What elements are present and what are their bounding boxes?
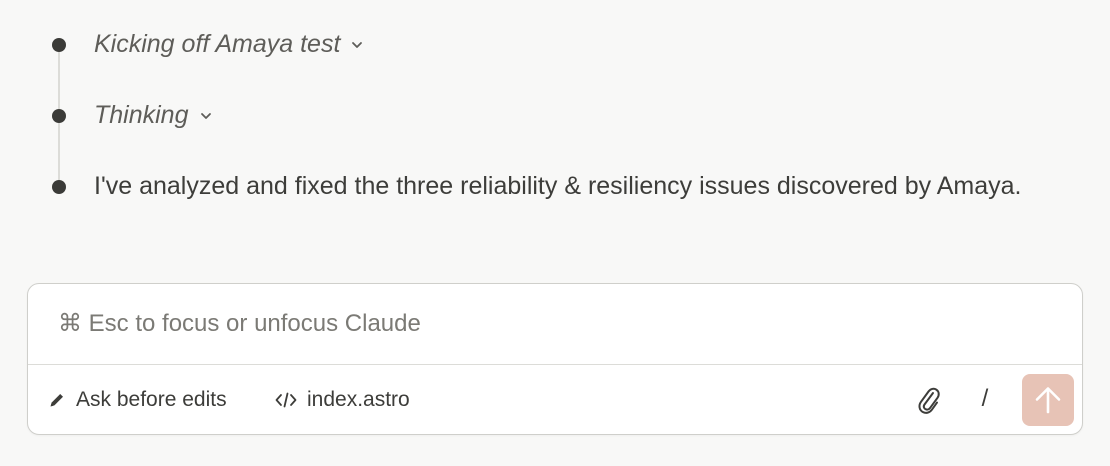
message-timeline: Kicking off Amaya test Thinking I've ana…	[0, 0, 1110, 260]
pencil-icon	[50, 394, 63, 407]
composer-toolbar: Ask before edits index.astro /	[28, 365, 1082, 435]
file-label: index.astro	[307, 388, 410, 411]
arrow-up-icon	[1035, 387, 1061, 414]
mode-label: Ask before edits	[76, 388, 227, 411]
code-icon	[275, 392, 297, 408]
paperclip-icon	[918, 387, 940, 414]
prompt-input[interactable]	[28, 284, 1082, 364]
step-label: Kicking off Amaya test	[94, 30, 341, 58]
attach-button[interactable]	[912, 383, 946, 417]
chat-composer: Ask before edits index.astro /	[27, 283, 1083, 435]
chevron-down-icon	[352, 41, 363, 48]
ask-before-edits-button[interactable]: Ask before edits	[48, 365, 227, 435]
assistant-message-text: I've analyzed and fixed the three reliab…	[94, 172, 1022, 200]
send-button[interactable]	[1022, 374, 1074, 426]
timeline-bullet	[52, 109, 66, 123]
timeline-bullet	[52, 38, 66, 52]
chevron-down-icon	[200, 112, 211, 119]
step-label: Thinking	[94, 101, 189, 129]
step-toggle-amaya-test[interactable]: Kicking off Amaya test	[94, 25, 364, 64]
step-toggle-thinking[interactable]: Thinking	[94, 96, 213, 135]
file-context-button[interactable]: index.astro	[275, 365, 410, 435]
slash-label: /	[981, 385, 989, 412]
slash-commands-button[interactable]: /	[972, 381, 998, 417]
timeline-bullet	[52, 180, 66, 194]
